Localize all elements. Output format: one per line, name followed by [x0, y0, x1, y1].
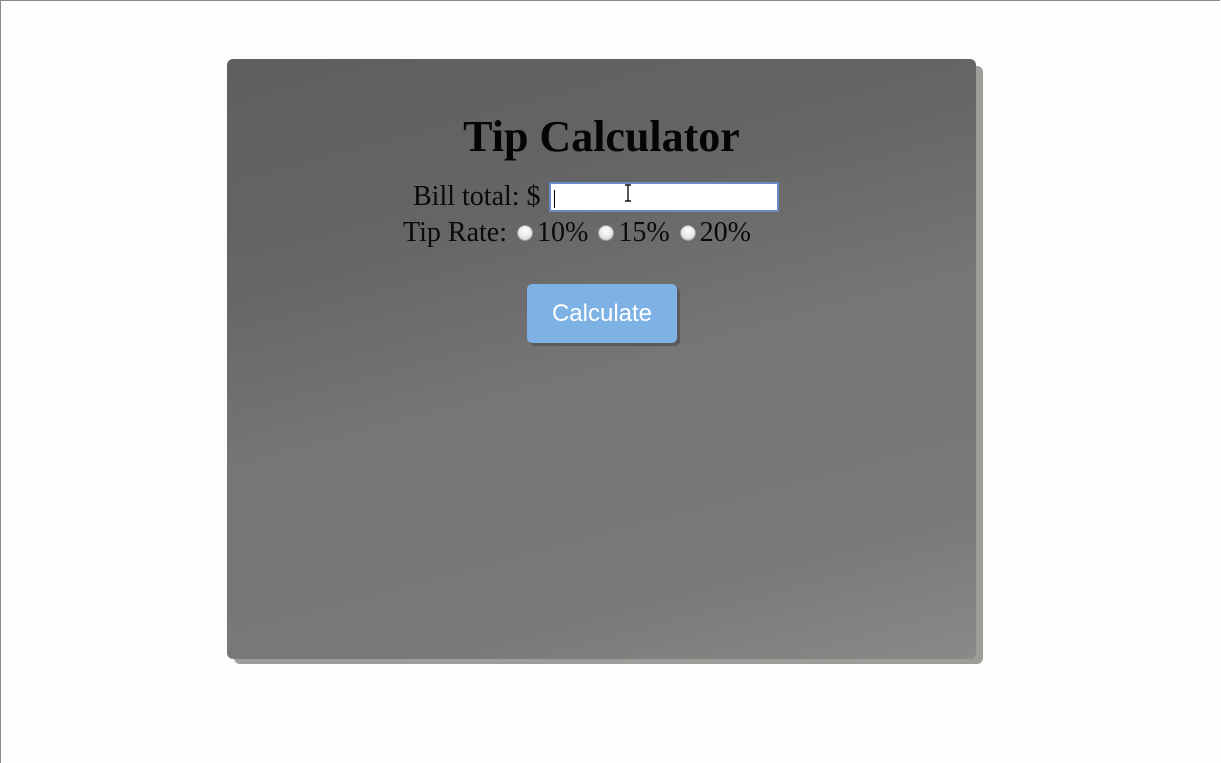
tip-rate-row: Tip Rate: 10% 15% 20%	[403, 215, 751, 251]
radio-20[interactable]	[679, 225, 696, 241]
bill-total-input[interactable]	[548, 182, 779, 212]
bill-label: Bill total: $	[413, 181, 541, 212]
tip-option-label: 20%	[699, 217, 751, 248]
tip-option-label: 15%	[618, 217, 670, 248]
bill-row: Bill total: $	[413, 179, 779, 215]
radio-15[interactable]	[598, 225, 615, 241]
text-cursor-icon	[624, 184, 631, 202]
tip-option-20[interactable]: 20%	[679, 217, 751, 249]
tip-option-label: 10%	[537, 217, 589, 248]
tip-option-15[interactable]: 15%	[598, 217, 670, 249]
tip-rate-label: Tip Rate:	[403, 217, 507, 248]
text-caret	[553, 190, 555, 208]
radio-10[interactable]	[517, 225, 533, 241]
page-title: Tip Calculator	[463, 112, 740, 161]
tip-option-10[interactable]: 10%	[517, 217, 588, 249]
calculator-card: Tip Calculator Bill total: $ Tip Rate: 1…	[227, 59, 976, 659]
calculate-button[interactable]: Calculate	[527, 284, 677, 343]
